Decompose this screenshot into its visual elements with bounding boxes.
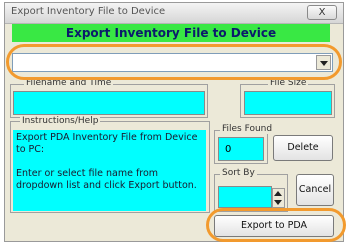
files-found-label: Files Found — [220, 124, 275, 134]
files-found-field: 0 — [218, 137, 264, 161]
filename-field[interactable] — [13, 91, 205, 115]
help-text: Export PDA Inventory File from Device to… — [13, 130, 206, 211]
spinner-up-icon[interactable] — [274, 191, 282, 196]
cancel-button[interactable]: Cancel — [296, 174, 334, 206]
export-button-highlight — [206, 208, 346, 242]
title-bar: Export Inventory File to Device X — [5, 3, 343, 24]
files-found-value: 0 — [225, 144, 232, 155]
combo-highlight — [6, 44, 342, 80]
close-button[interactable]: X — [307, 5, 337, 20]
window-title: Export Inventory File to Device — [11, 6, 166, 17]
sort-by-spinner[interactable] — [272, 188, 285, 208]
help-label: Instructions/Help — [20, 116, 101, 126]
sort-by-label: Sort By — [220, 168, 257, 178]
spinner-down-icon[interactable] — [274, 200, 282, 205]
filesize-field[interactable] — [244, 91, 332, 115]
delete-button[interactable]: Delete — [273, 135, 333, 161]
dialog-header: Export Inventory File to Device — [12, 24, 330, 42]
sort-by-field[interactable] — [218, 186, 272, 208]
